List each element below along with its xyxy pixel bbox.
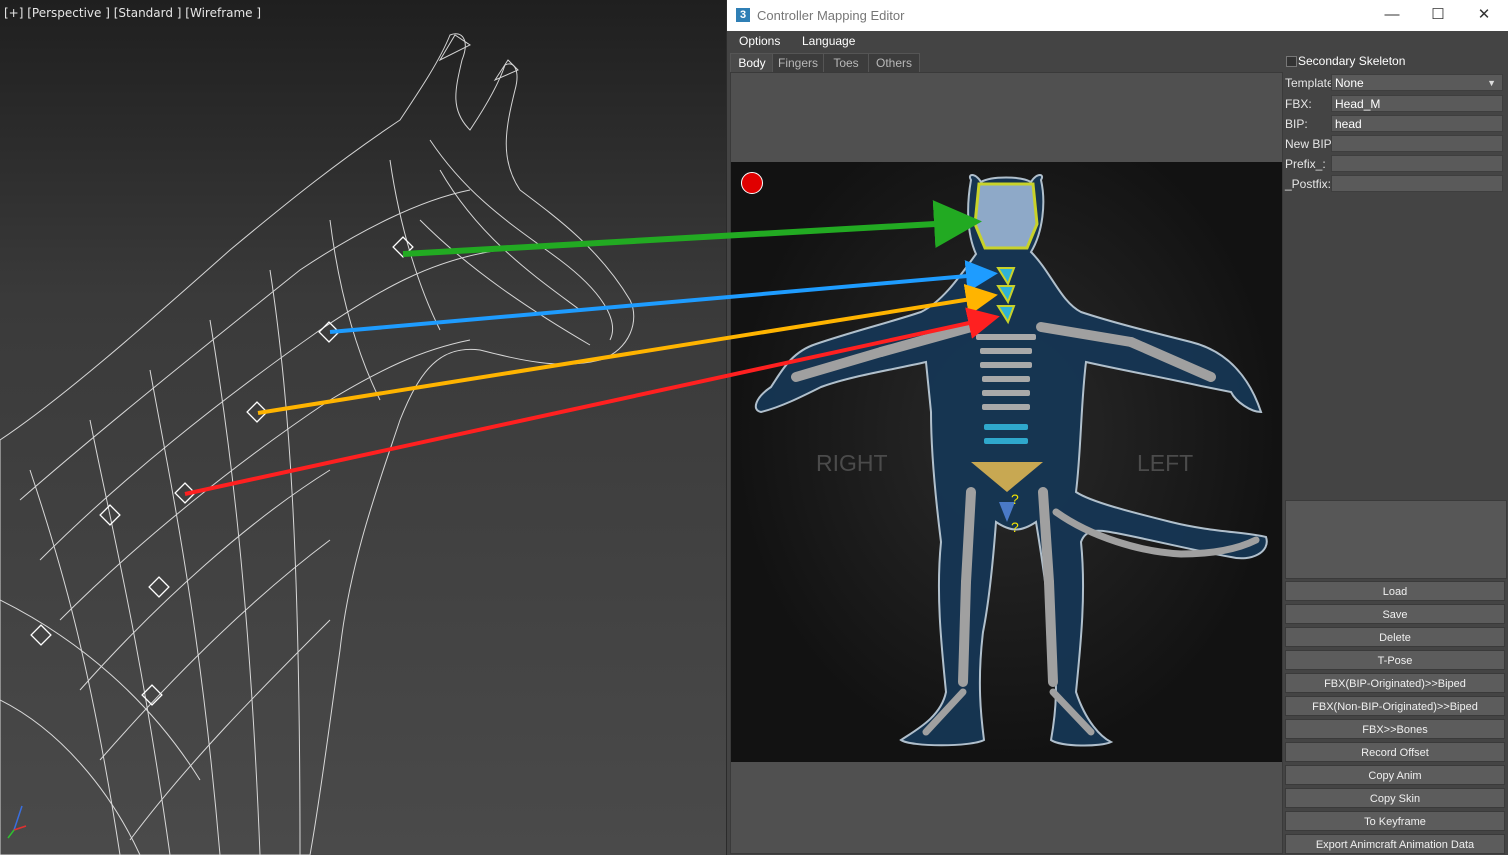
viewport-label[interactable]: [+] [Perspective ] [Standard ] [Wirefram… xyxy=(4,6,261,20)
export-animcraft-button[interactable]: Export Animcraft Animation Data xyxy=(1285,834,1505,854)
record-offset-button[interactable]: Record Offset xyxy=(1285,742,1505,762)
minimize-button[interactable]: — xyxy=(1382,6,1402,24)
secondary-skeleton-checkbox[interactable] xyxy=(1286,56,1297,67)
preview-box xyxy=(1285,500,1507,579)
skeleton-canvas-panel: ? ? RIGHT LEFT xyxy=(730,72,1283,854)
copy-skin-button[interactable]: Copy Skin xyxy=(1285,788,1505,808)
maximize-button[interactable]: ☐ xyxy=(1428,6,1448,24)
secondary-skeleton-label: Secondary Skeleton xyxy=(1298,54,1406,68)
title-bar[interactable]: 3 Controller Mapping Editor — ☐ ✕ xyxy=(727,0,1508,31)
prefix-label: Prefix_: xyxy=(1285,157,1326,171)
3d-viewport[interactable]: [+] [Perspective ] [Standard ] [Wirefram… xyxy=(0,0,726,855)
bip-field[interactable]: head xyxy=(1331,115,1503,132)
head-bone xyxy=(973,182,1039,250)
axis-gizmo-icon xyxy=(7,805,27,839)
prefix-field[interactable] xyxy=(1331,155,1503,172)
unknown-marker-1: ? xyxy=(1011,491,1019,507)
window-title: Controller Mapping Editor xyxy=(757,8,905,23)
new-bip-label: New BIP: xyxy=(1285,137,1336,151)
fbx-non-bip-originated-biped-button[interactable]: FBX(Non-BIP-Originated)>>Biped xyxy=(1285,696,1505,716)
side-label-left: LEFT xyxy=(1137,450,1194,476)
to-keyframe-button[interactable]: To Keyframe xyxy=(1285,811,1505,831)
menu-language[interactable]: Language xyxy=(802,34,855,48)
fbx-bip-originated-biped-button[interactable]: FBX(BIP-Originated)>>Biped xyxy=(1285,673,1505,693)
side-label-right: RIGHT xyxy=(816,450,888,476)
close-button[interactable]: ✕ xyxy=(1474,6,1494,24)
controller-mapping-editor-window: 3 Controller Mapping Editor — ☐ ✕ Option… xyxy=(727,0,1508,855)
new-bip-field[interactable] xyxy=(1331,135,1503,152)
postfix-label: _Postfix: xyxy=(1285,177,1332,191)
fbx-bones-button[interactable]: FBX>>Bones xyxy=(1285,719,1505,739)
skeleton-diagram[interactable]: ? ? RIGHT LEFT xyxy=(731,162,1282,762)
tpose-button[interactable]: T-Pose xyxy=(1285,650,1505,670)
template-select[interactable]: None ▼ xyxy=(1331,74,1503,91)
template-value: None xyxy=(1335,76,1364,90)
tab-fingers[interactable]: Fingers xyxy=(772,53,824,73)
tab-toes[interactable]: Toes xyxy=(823,53,869,73)
copy-anim-button[interactable]: Copy Anim xyxy=(1285,765,1505,785)
menu-bar: Options Language xyxy=(727,31,1508,51)
delete-button[interactable]: Delete xyxy=(1285,627,1505,647)
dropdown-arrow-icon: ▼ xyxy=(1487,78,1496,88)
record-indicator-icon[interactable] xyxy=(741,172,763,194)
unknown-marker-2: ? xyxy=(1011,519,1019,535)
bip-label: BIP: xyxy=(1285,117,1308,131)
fbx-label: FBX: xyxy=(1285,97,1312,111)
load-button[interactable]: Load xyxy=(1285,581,1505,601)
template-label: Template xyxy=(1285,76,1334,90)
skeleton-figure: ? ? xyxy=(754,174,1268,747)
tab-body[interactable]: Body xyxy=(730,53,774,73)
app-icon: 3 xyxy=(736,8,750,22)
menu-options[interactable]: Options xyxy=(739,34,780,48)
horse-wireframe xyxy=(0,33,635,855)
postfix-field[interactable] xyxy=(1331,175,1503,192)
save-button[interactable]: Save xyxy=(1285,604,1505,624)
tab-others[interactable]: Others xyxy=(868,53,920,73)
fbx-field[interactable]: Head_M xyxy=(1331,95,1503,112)
